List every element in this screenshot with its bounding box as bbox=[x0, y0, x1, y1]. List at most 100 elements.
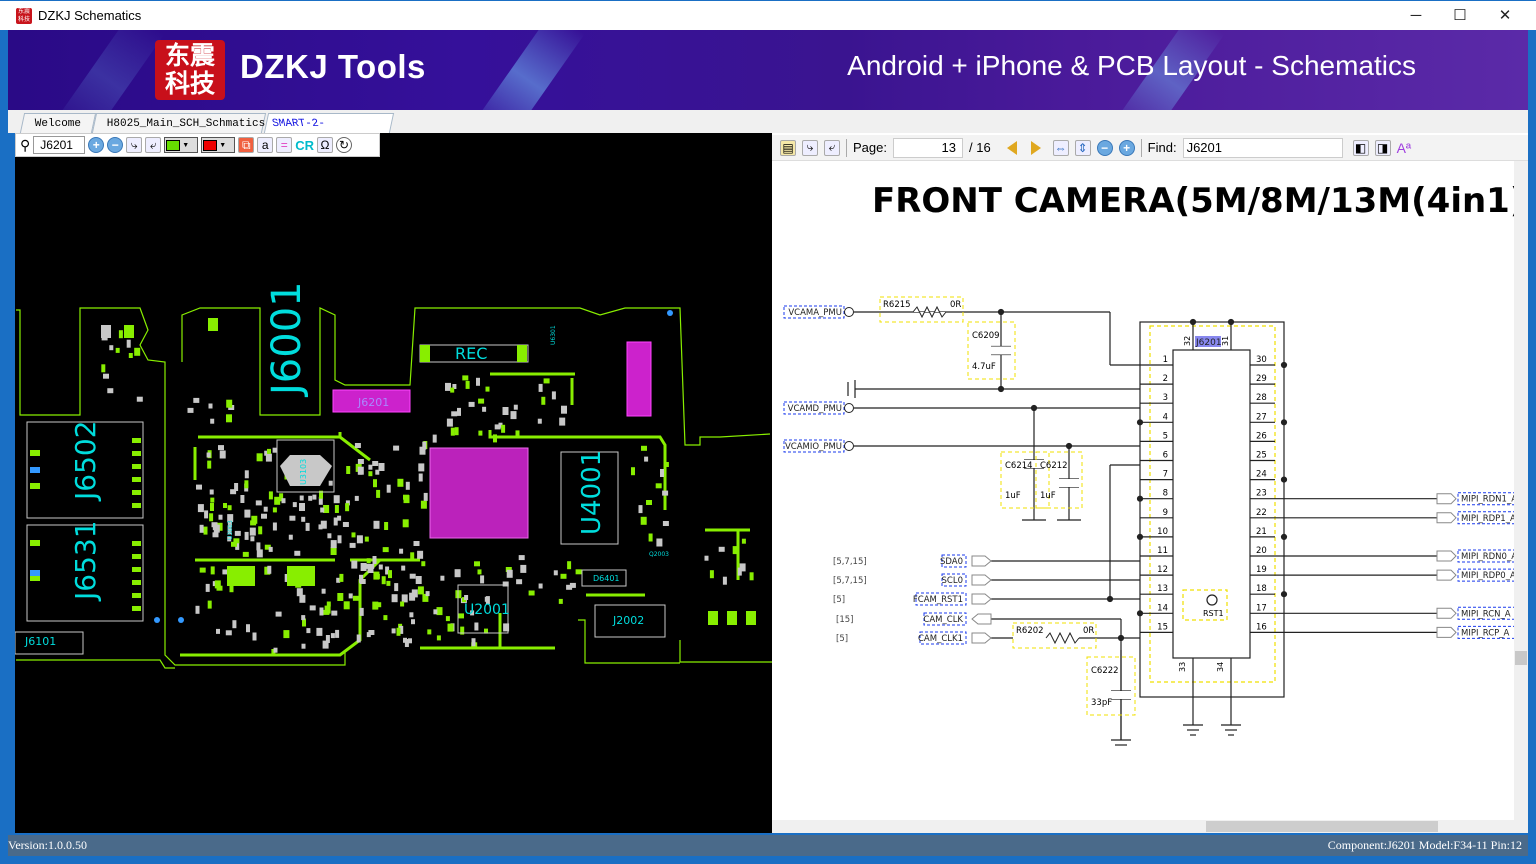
schematic-view[interactable]: ▤ ⤷ ⤶ Page: 13 / 16 ⇔ ⇕ − + Find: J6201 … bbox=[772, 133, 1528, 833]
pad bbox=[272, 522, 277, 531]
tab-h8025-schematics[interactable]: H8025_Main_SCH_Schmatics bbox=[91, 113, 267, 133]
pad bbox=[30, 483, 40, 489]
pin-number: 34 bbox=[1216, 662, 1225, 672]
color2-select[interactable]: ▼ bbox=[201, 137, 236, 153]
title-bar: 东震 科技 DZKJ Schematics ─ ☐ ✕ bbox=[0, 0, 1536, 30]
pad bbox=[327, 533, 332, 539]
pad bbox=[124, 325, 134, 338]
pad bbox=[132, 464, 141, 469]
rst-testpoint bbox=[1206, 594, 1218, 606]
pad bbox=[199, 567, 206, 573]
zoom-out-icon[interactable]: − bbox=[107, 137, 124, 153]
pin-number: 17 bbox=[1256, 603, 1267, 613]
layer-swap-icon[interactable]: ⧉ bbox=[238, 137, 255, 153]
find-prev-icon[interactable]: ◧ bbox=[1352, 139, 1369, 156]
maximize-button[interactable]: ☐ bbox=[1437, 1, 1483, 31]
schematic-page[interactable]: FRONT CAMERA(5M/8M/13M(4in1)+F J620132 31… bbox=[772, 161, 1514, 821]
highlight-text-icon[interactable]: Aª bbox=[1397, 140, 1412, 156]
open-page-icon[interactable]: ▤ bbox=[780, 139, 796, 156]
find-next-icon[interactable]: ◨ bbox=[1374, 139, 1391, 156]
component-search-input[interactable] bbox=[33, 136, 86, 154]
zoom-in-icon[interactable]: + bbox=[88, 137, 105, 153]
pad bbox=[432, 434, 437, 443]
pad bbox=[402, 519, 409, 528]
pad bbox=[232, 620, 237, 629]
page-number-input[interactable]: 13 bbox=[892, 137, 963, 158]
zoom-in-page-icon[interactable]: + bbox=[1118, 139, 1135, 156]
zoom-out-page-icon[interactable]: − bbox=[1096, 139, 1113, 156]
port-arrow bbox=[1436, 607, 1457, 619]
omega-icon[interactable]: Ω bbox=[317, 137, 334, 153]
pad bbox=[242, 551, 249, 557]
label-u2001: U2001 bbox=[464, 602, 510, 618]
pad bbox=[258, 526, 263, 535]
pad bbox=[411, 619, 415, 625]
text-a-icon[interactable]: a bbox=[257, 137, 274, 153]
pad bbox=[368, 471, 373, 477]
pad bbox=[454, 569, 461, 578]
pad bbox=[216, 628, 220, 634]
pad bbox=[357, 466, 364, 475]
pad bbox=[510, 411, 517, 420]
rotate-page-right-icon[interactable]: ⤷ bbox=[802, 139, 818, 156]
pad bbox=[478, 398, 485, 404]
pad bbox=[409, 612, 414, 618]
pad bbox=[292, 502, 297, 508]
fit-width-icon[interactable]: ⇔ bbox=[1052, 139, 1069, 156]
capacitor-value: 4.7uF bbox=[972, 362, 996, 372]
pad bbox=[465, 380, 470, 389]
find-input[interactable]: J6201 bbox=[1182, 137, 1343, 158]
pin-number: 24 bbox=[1256, 470, 1267, 480]
pad bbox=[345, 503, 350, 512]
pad bbox=[132, 490, 141, 495]
pad bbox=[281, 498, 286, 504]
junction bbox=[1227, 318, 1235, 326]
pin-number: 5 bbox=[1163, 431, 1168, 441]
pad bbox=[296, 588, 303, 597]
prev-page-icon[interactable] bbox=[1006, 140, 1017, 155]
dzkj-logo: 东震 科技 bbox=[155, 40, 225, 100]
rotate-page-left-icon[interactable]: ⤶ bbox=[824, 139, 840, 156]
pad bbox=[471, 638, 476, 647]
tab-smart-2-hd[interactable]: SMART-2-HD(X609)✕ bbox=[263, 113, 395, 171]
pad bbox=[118, 330, 123, 339]
pin-number: 14 bbox=[1157, 603, 1168, 613]
pin-number: 18 bbox=[1256, 584, 1267, 594]
label-j6531: J6531 bbox=[69, 520, 102, 602]
pad bbox=[528, 590, 535, 596]
rst-label: RST1 bbox=[1203, 609, 1224, 618]
pad bbox=[342, 522, 349, 527]
pad bbox=[136, 396, 143, 402]
pad bbox=[268, 546, 273, 552]
minimize-button[interactable]: ─ bbox=[1393, 1, 1439, 31]
pin-number: 21 bbox=[1256, 527, 1267, 537]
capacitor-ref: C6222 bbox=[1091, 666, 1119, 676]
tab-welcome[interactable]: Welcome bbox=[19, 113, 97, 133]
pad bbox=[272, 507, 277, 513]
label-q2003: Q2003 bbox=[649, 551, 669, 558]
vertical-scrollbar[interactable] bbox=[1514, 161, 1528, 833]
pad bbox=[493, 434, 497, 443]
pcb-board[interactable]: J6001 J6502 J6531 J6101 J6201 REC U4001 … bbox=[15, 157, 772, 833]
color1-select[interactable]: ▼ bbox=[164, 137, 199, 153]
pad bbox=[518, 555, 525, 561]
reset-icon[interactable]: ↻ bbox=[336, 137, 353, 153]
schematic-toolbar: ▤ ⤷ ⤶ Page: 13 / 16 ⇔ ⇕ − + Find: J6201 … bbox=[772, 135, 1528, 161]
pad bbox=[386, 484, 391, 493]
pad bbox=[337, 515, 342, 521]
pad bbox=[400, 601, 405, 607]
rotate-left-icon[interactable]: ⤶ bbox=[145, 137, 162, 153]
horizontal-scrollbar[interactable] bbox=[772, 820, 1514, 833]
pad bbox=[256, 542, 261, 551]
pad bbox=[520, 564, 527, 573]
next-page-icon[interactable] bbox=[1030, 140, 1041, 155]
fit-page-icon[interactable]: ⇕ bbox=[1074, 139, 1091, 156]
equal-icon[interactable]: = bbox=[276, 137, 293, 153]
cap-gap bbox=[991, 346, 1011, 355]
pad bbox=[319, 607, 324, 616]
cr-button[interactable]: CR bbox=[295, 138, 314, 153]
pad bbox=[30, 570, 40, 576]
close-button[interactable]: ✕ bbox=[1482, 1, 1528, 31]
rotate-right-icon[interactable]: ⤷ bbox=[126, 137, 143, 153]
pcb-view[interactable]: ⚲ + − ⤷ ⤶ ▼ ▼ ⧉ a = CR Ω ↻ bbox=[15, 133, 772, 833]
